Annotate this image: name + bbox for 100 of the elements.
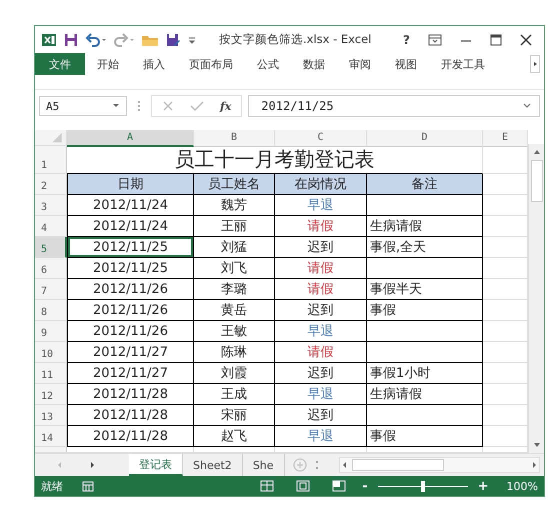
- normal-view-icon[interactable]: [260, 480, 274, 492]
- ribbon-tab[interactable]: 视图: [383, 53, 429, 75]
- table-cell: 2012/11/26: [67, 300, 194, 321]
- table-cell: 王成: [194, 384, 275, 405]
- row-header[interactable]: 7: [35, 279, 67, 300]
- column-header[interactable]: B: [194, 130, 275, 147]
- more-icon: [314, 459, 319, 471]
- ribbon-tab[interactable]: 页面布局: [177, 53, 245, 75]
- table-cell: 事假,全天: [367, 237, 483, 258]
- table-cell: 请假: [275, 258, 367, 279]
- column-heading: 在岗情况: [275, 174, 367, 195]
- table-cell: 事假1小时: [367, 363, 483, 384]
- row-header[interactable]: 8: [35, 300, 67, 321]
- row-header[interactable]: 9: [35, 321, 67, 342]
- vertical-scrollbar[interactable]: [528, 144, 544, 453]
- macro-record-icon[interactable]: [81, 479, 95, 493]
- row-header[interactable]: 6: [35, 258, 67, 279]
- row-header[interactable]: 12: [35, 384, 67, 405]
- scroll-thumb[interactable]: [530, 160, 542, 202]
- row-header[interactable]: 1: [35, 146, 67, 174]
- row-header[interactable]: 11: [35, 363, 67, 384]
- expand-icon[interactable]: [523, 103, 531, 109]
- zoom-slider-thumb[interactable]: [420, 480, 425, 492]
- ribbon-tab[interactable]: 审阅: [337, 53, 383, 75]
- table-cell: 2012/11/28: [67, 405, 194, 426]
- table-cell: 刘飞: [194, 258, 275, 279]
- status-text: 就绪: [41, 478, 63, 494]
- column-header[interactable]: C: [275, 130, 367, 147]
- scroll-thumb[interactable]: [352, 459, 444, 471]
- row-header[interactable]: 4: [35, 216, 67, 237]
- undo-icon[interactable]: [85, 32, 107, 48]
- table-cell: 2012/11/24: [67, 216, 194, 237]
- table-cell: 2012/11/28: [67, 384, 194, 405]
- row-header[interactable]: 13: [35, 405, 67, 426]
- table-cell: 生病请假: [367, 384, 483, 405]
- column-header[interactable]: E: [483, 130, 528, 147]
- zoom-out-button[interactable]: -: [362, 478, 368, 494]
- column-heading: 员工姓名: [194, 174, 275, 195]
- table-cell: 事假: [367, 300, 483, 321]
- table-cell: 早退: [275, 195, 367, 216]
- name-box[interactable]: A5: [39, 96, 127, 116]
- table-cell: 早退: [275, 426, 367, 447]
- table-cell: 宋丽: [194, 405, 275, 426]
- table-cell: 2012/11/24: [67, 195, 194, 216]
- maximize-icon[interactable]: [490, 34, 502, 46]
- table-cell: 2012/11/27: [67, 363, 194, 384]
- table-cell: 2012/11/25: [67, 237, 194, 258]
- ribbon-tab[interactable]: 数据: [291, 53, 337, 75]
- ribbon-display-icon[interactable]: [428, 34, 442, 46]
- column-heading: 备注: [367, 174, 483, 195]
- table-cell: 2012/11/26: [67, 279, 194, 300]
- table-cell: 请假: [275, 216, 367, 237]
- table-cell: 事假: [367, 426, 483, 447]
- table-cell: 陈琳: [194, 342, 275, 363]
- row-header[interactable]: 2: [35, 174, 67, 195]
- table-cell: 生病请假: [367, 216, 483, 237]
- table-cell: 早退: [275, 384, 367, 405]
- table-cell: 2012/11/26: [67, 321, 194, 342]
- ribbon-tab[interactable]: 插入: [131, 53, 177, 75]
- row-header[interactable]: 14: [35, 426, 67, 447]
- table-cell: 李璐: [194, 279, 275, 300]
- row-header[interactable]: 5: [35, 237, 67, 258]
- ribbon-tab[interactable]: 开发工具: [429, 53, 497, 75]
- page-break-icon[interactable]: [332, 480, 346, 492]
- table-cell: 迟到: [275, 405, 367, 426]
- ribbon-tab[interactable]: 文件: [35, 53, 85, 75]
- zoom-level: 100%: [506, 480, 538, 492]
- table-cell: 王丽: [194, 216, 275, 237]
- formula-field[interactable]: 2012/11/25: [248, 95, 540, 117]
- scroll-right-icon[interactable]: [530, 55, 540, 73]
- column-header[interactable]: D: [367, 130, 483, 147]
- table-cell: 赵飞: [194, 426, 275, 447]
- checkmark-icon[interactable]: [190, 100, 204, 112]
- table-cell: 迟到: [275, 237, 367, 258]
- table-cell: 迟到: [275, 363, 367, 384]
- table-cell: 迟到: [275, 300, 367, 321]
- page-layout-icon[interactable]: [296, 480, 310, 492]
- close-icon[interactable]: [520, 34, 532, 46]
- table-cell: 王敏: [194, 321, 275, 342]
- table-cell: 事假半天: [367, 279, 483, 300]
- row-header[interactable]: 3: [35, 195, 67, 216]
- table-cell: 黄岳: [194, 300, 275, 321]
- zoom-in-button[interactable]: +: [478, 478, 489, 494]
- row-header[interactable]: 10: [35, 342, 67, 363]
- window-title: 按文字颜色筛选.xlsx - Excel: [219, 32, 372, 47]
- insert-function-button[interactable]: fx: [220, 100, 232, 112]
- column-header[interactable]: A: [67, 130, 194, 147]
- save-as-icon[interactable]: [165, 32, 181, 48]
- ribbon-tab[interactable]: 开始: [85, 53, 131, 75]
- grip-icon: [137, 100, 141, 112]
- sheet-tab[interactable]: 登记表: [129, 454, 183, 476]
- horizontal-scrollbar[interactable]: [338, 457, 540, 473]
- column-heading: 日期: [67, 174, 194, 195]
- table-cell: 2012/11/27: [67, 342, 194, 363]
- help-button[interactable]: ?: [397, 32, 416, 46]
- spreadsheet-app-icon: [41, 32, 57, 48]
- table-cell: 2012/11/28: [67, 426, 194, 447]
- ribbon-tab[interactable]: 公式: [245, 53, 291, 75]
- table-cell: 2012/11/25: [67, 258, 194, 279]
- table-cell: 魏芳: [194, 195, 275, 216]
